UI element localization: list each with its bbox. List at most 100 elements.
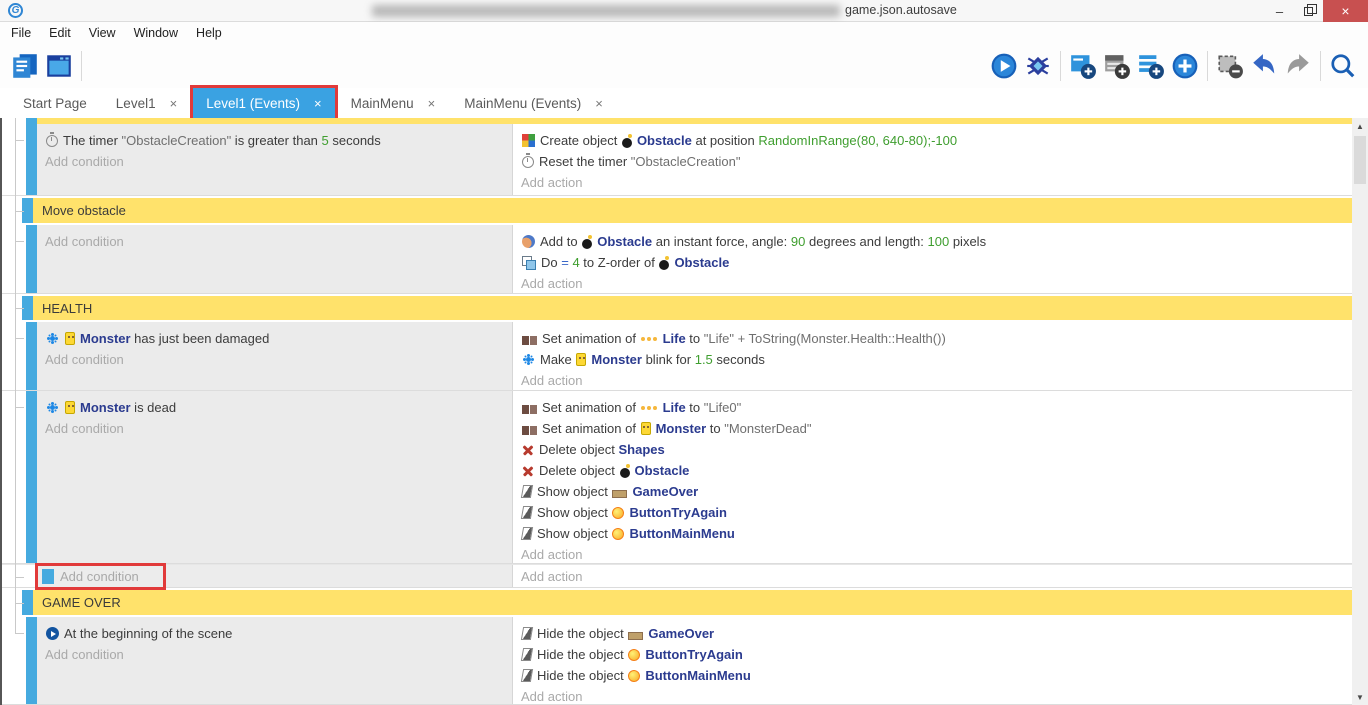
- tab-close-icon[interactable]: ×: [314, 96, 322, 111]
- text-segment: Delete object: [539, 463, 619, 478]
- group-header[interactable]: GAME OVER: [33, 590, 1354, 615]
- undo-icon: [1250, 52, 1278, 80]
- delete-icon: [522, 444, 534, 456]
- tab-level1-events[interactable]: Level1 (Events) ×: [193, 88, 334, 118]
- add-condition-button[interactable]: Add condition: [45, 349, 512, 370]
- add-action-button[interactable]: Add action: [521, 370, 1354, 390]
- close-button[interactable]: ×: [1323, 0, 1368, 22]
- menu-edit[interactable]: Edit: [40, 22, 80, 44]
- tab-close-icon[interactable]: ×: [170, 96, 178, 111]
- tree-tick: [15, 308, 24, 309]
- tab-close-icon[interactable]: ×: [428, 96, 436, 111]
- button-icon: [612, 528, 624, 540]
- action-line[interactable]: Show object ButtonMainMenu: [521, 523, 1354, 544]
- play-button[interactable]: [987, 49, 1021, 83]
- condition-line[interactable]: The timer "ObstacleCreation" is greater …: [45, 130, 512, 151]
- group-header[interactable]: Move obstacle: [33, 198, 1354, 223]
- scrollbar-up-button[interactable]: ▲: [1352, 118, 1368, 134]
- menu-help[interactable]: Help: [187, 22, 231, 44]
- conditions-panel: Monster has just been damagedAdd conditi…: [37, 322, 513, 390]
- add-action-button[interactable]: Add action: [521, 565, 582, 587]
- vertical-scrollbar[interactable]: ▲ ▼: [1352, 118, 1368, 705]
- tab-mainmenu[interactable]: MainMenu ×: [338, 88, 449, 118]
- menu-view[interactable]: View: [80, 22, 125, 44]
- text-segment: seconds: [713, 352, 765, 367]
- text-segment: degrees and length:: [805, 234, 927, 249]
- redo-button[interactable]: [1281, 49, 1315, 83]
- search-button[interactable]: [1326, 49, 1360, 83]
- event-handle[interactable]: [26, 391, 37, 563]
- add-condition-button[interactable]: Add condition: [45, 151, 512, 172]
- event-handle[interactable]: [26, 617, 37, 704]
- action-line[interactable]: Show object GameOver: [521, 481, 1354, 502]
- action-line[interactable]: Create object Obstacle at position Rando…: [521, 130, 1354, 151]
- create-icon: [522, 134, 535, 147]
- visibility-icon: [521, 669, 533, 682]
- bomb-icon: [620, 468, 630, 478]
- event-handle[interactable]: [26, 322, 37, 390]
- life-icon: [641, 332, 658, 345]
- action-line[interactable]: Set animation of Life to "Life" + ToStri…: [521, 328, 1354, 349]
- condition-line[interactable]: Monster is dead: [45, 397, 512, 418]
- gear-icon: [46, 332, 59, 345]
- menu-file[interactable]: File: [2, 22, 40, 44]
- scene-editor-button[interactable]: [42, 49, 76, 83]
- delete-event-button[interactable]: [1213, 49, 1247, 83]
- action-line[interactable]: Set animation of Monster to "MonsterDead…: [521, 418, 1354, 439]
- event-row: At the beginning of the sceneAdd conditi…: [2, 617, 1354, 705]
- add-subevent-button[interactable]: [1100, 49, 1134, 83]
- play-icon: [990, 52, 1018, 80]
- bomb-icon: [622, 138, 632, 148]
- add-action-button[interactable]: Add action: [521, 273, 1354, 293]
- action-line[interactable]: Hide the object ButtonMainMenu: [521, 665, 1354, 686]
- condition-line[interactable]: At the beginning of the scene: [45, 623, 512, 644]
- force-icon: [522, 235, 535, 248]
- action-line[interactable]: Set animation of Life to "Life0": [521, 397, 1354, 418]
- project-manager-button[interactable]: [8, 49, 42, 83]
- add-comment-button[interactable]: [1134, 49, 1168, 83]
- scrollbar-down-button[interactable]: ▼: [1352, 689, 1368, 705]
- undo-button[interactable]: [1247, 49, 1281, 83]
- add-new-button[interactable]: [1168, 49, 1202, 83]
- add-condition-button[interactable]: Add condition: [60, 565, 139, 587]
- add-condition-button[interactable]: Add condition: [45, 418, 512, 439]
- restore-button[interactable]: [1294, 0, 1323, 22]
- action-line[interactable]: Hide the object ButtonTryAgain: [521, 644, 1354, 665]
- debug-button[interactable]: [1021, 49, 1055, 83]
- text-segment: Set animation of: [542, 400, 640, 415]
- action-line[interactable]: Show object ButtonTryAgain: [521, 502, 1354, 523]
- add-condition-button[interactable]: Add condition: [45, 231, 512, 252]
- menu-window[interactable]: Window: [125, 22, 187, 44]
- event-row: The timer "ObstacleCreation" is greater …: [2, 124, 1354, 196]
- scrollbar-thumb[interactable]: [1354, 136, 1366, 184]
- group-label: HEALTH: [42, 301, 92, 316]
- minimize-button[interactable]: –: [1265, 0, 1294, 22]
- tab-start-page[interactable]: Start Page: [10, 88, 100, 118]
- event-row: Monster has just been damagedAdd conditi…: [2, 322, 1354, 391]
- event-handle[interactable]: [42, 569, 54, 584]
- event-handle[interactable]: [26, 124, 37, 195]
- group-header[interactable]: HEALTH: [33, 296, 1354, 320]
- action-line[interactable]: Make Monster blink for 1.5 seconds: [521, 349, 1354, 370]
- action-line[interactable]: Add to Obstacle an instant force, angle:…: [521, 231, 1354, 252]
- action-line[interactable]: Reset the timer "ObstacleCreation": [521, 151, 1354, 172]
- event-handle[interactable]: [26, 225, 37, 293]
- actions-panel: Set animation of Life to "Life" + ToStri…: [513, 322, 1354, 390]
- tab-close-icon[interactable]: ×: [595, 96, 603, 111]
- action-line[interactable]: Delete object Shapes: [521, 439, 1354, 460]
- add-condition-button[interactable]: Add condition: [45, 644, 512, 665]
- add-action-button[interactable]: Add action: [521, 544, 1354, 563]
- action-line[interactable]: Delete object Obstacle: [521, 460, 1354, 481]
- add-action-button[interactable]: Add action: [521, 686, 1354, 704]
- add-action-button[interactable]: Add action: [521, 172, 1354, 193]
- project-manager-icon: [10, 51, 40, 81]
- action-line[interactable]: Do = 4 to Z-order of Obstacle: [521, 252, 1354, 273]
- add-event-button[interactable]: [1066, 49, 1100, 83]
- tab-mainmenu-events[interactable]: MainMenu (Events) ×: [451, 88, 616, 118]
- tab-level1[interactable]: Level1 ×: [103, 88, 190, 118]
- text-segment: seconds: [329, 133, 381, 148]
- action-line[interactable]: Hide the object GameOver: [521, 623, 1354, 644]
- condition-line[interactable]: Monster has just been damaged: [45, 328, 512, 349]
- group-label: GAME OVER: [42, 595, 121, 610]
- text-segment: 5: [322, 133, 329, 148]
